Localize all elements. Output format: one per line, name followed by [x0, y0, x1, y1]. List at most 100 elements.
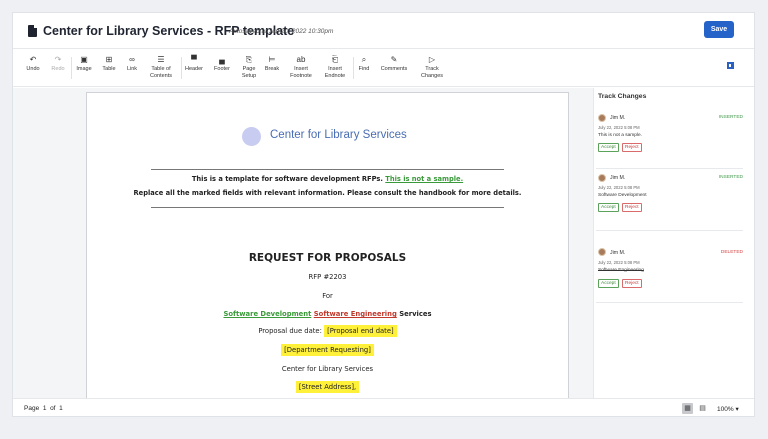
autosave-status: Autosaved at Jan 20, 2022 10:30pm	[229, 28, 334, 35]
break-icon: ⊨	[268, 55, 276, 64]
image-button[interactable]: ▣ Image	[74, 55, 94, 73]
comments-icon: ✎	[390, 55, 398, 64]
intro-text: This is a template for software developm…	[191, 175, 386, 183]
header-label: Header	[184, 66, 204, 72]
street-field[interactable]: [Street Address],	[295, 381, 360, 393]
footer-button[interactable]: ▄ Footer	[211, 55, 233, 73]
accept-button[interactable]: Accept	[598, 279, 619, 288]
org-name: Center for Library Services	[281, 365, 374, 373]
track-changes-icon: ▷	[428, 55, 436, 64]
print-layout-icon[interactable]: ▦	[682, 403, 693, 414]
document-page[interactable]: Center for Library Services This is a te…	[86, 92, 569, 398]
header-button[interactable]: ▀ Header	[183, 55, 205, 73]
status-badge: INSERTED	[718, 115, 743, 120]
page-current: 1	[42, 405, 47, 412]
avatar	[598, 248, 606, 256]
image-label: Image	[76, 66, 92, 72]
web-layout-icon[interactable]: ▤	[697, 403, 708, 414]
footnote-icon: ab	[296, 55, 306, 64]
toolbar-divider	[353, 57, 354, 79]
page-setup-button[interactable]: ⎘ Page Setup	[239, 55, 259, 79]
toolbar-divider	[181, 57, 182, 79]
insert-footnote-label: Insert Footnote	[290, 66, 312, 79]
toolbar-divider	[71, 57, 72, 79]
due-date-field[interactable]: [Proposal end date]	[324, 325, 397, 337]
department-line: [Department Requesting]	[87, 344, 568, 356]
change-card[interactable]: Jim M. INSERTED July 22, 2022 5:08 PM So…	[596, 172, 743, 231]
toolbar: ↶ Undo ↷ Redo ▣ Image ⊞ Table ∞ Link ☰ T…	[13, 49, 754, 87]
logo-text: Center for Library Services	[270, 129, 407, 141]
track-changes-button[interactable]: ▷ Track Changes	[417, 55, 447, 79]
deleted-text[interactable]: Software Engineering	[314, 310, 397, 318]
redo-icon: ↷	[54, 55, 62, 64]
redo-button[interactable]: ↷ Redo	[49, 55, 67, 73]
avatar	[598, 114, 606, 122]
table-of-contents-button[interactable]: ☰ Table of Contents	[148, 55, 174, 79]
table-button[interactable]: ⊞ Table	[99, 55, 119, 73]
comments-button[interactable]: ✎ Comments	[379, 55, 409, 73]
comments-label: Comments	[380, 66, 408, 72]
page-setup-label: Page Setup	[241, 66, 257, 79]
services-suffix: Services	[399, 310, 432, 318]
reject-button[interactable]: Reject	[622, 279, 642, 288]
status-bar: Page 1 of 1 ▦ ▤ 100% ▾	[13, 398, 754, 418]
image-icon: ▣	[80, 55, 88, 64]
change-date: July 22, 2022 5:08 PM	[598, 260, 640, 265]
logo-icon	[242, 127, 261, 146]
change-author: Jim M.	[610, 250, 626, 256]
divider-top	[151, 169, 504, 170]
change-date: July 22, 2022 5:08 PM	[598, 125, 640, 130]
inserted-text[interactable]: Software Development	[223, 310, 311, 318]
due-date-label: Proposal due date:	[258, 327, 325, 335]
insert-endnote-label: Insert Endnote	[324, 66, 346, 79]
insert-footnote-button[interactable]: ab Insert Footnote	[288, 55, 314, 79]
table-icon: ⊞	[105, 55, 113, 64]
panel-title: Track Changes	[598, 93, 647, 100]
header-icon: ▀	[191, 55, 197, 64]
accept-button[interactable]: Accept	[598, 143, 619, 152]
rfp-heading: REQUEST FOR PROPOSALS	[248, 252, 407, 264]
find-button[interactable]: ⌕ Find	[356, 55, 372, 73]
break-button[interactable]: ⊨ Break	[263, 55, 281, 73]
department-field[interactable]: [Department Requesting]	[281, 344, 374, 356]
page-of: of	[50, 405, 56, 412]
sidebar-toggle-icon[interactable]	[727, 62, 734, 69]
change-author: Jim M.	[610, 115, 626, 121]
avatar	[598, 174, 606, 182]
change-author: Jim M.	[610, 175, 626, 181]
inserted-text[interactable]: This is not a sample.	[385, 175, 463, 183]
change-text: This is not a sample.	[598, 133, 642, 138]
track-changes-label: Track Changes	[420, 66, 444, 79]
reject-button[interactable]: Reject	[622, 143, 642, 152]
zoom-select[interactable]: 100% ▾	[717, 405, 739, 413]
footer-icon: ▄	[219, 55, 225, 64]
save-button[interactable]: Save	[704, 21, 734, 38]
undo-label: Undo	[26, 66, 40, 72]
change-card[interactable]: Jim M. DELETED July 22, 2022 5:08 PM Sof…	[596, 236, 743, 303]
page-indicator: Page 1 of 1	[24, 405, 63, 412]
zoom-value: 100%	[717, 406, 734, 413]
link-button[interactable]: ∞ Link	[124, 55, 140, 73]
document-canvas[interactable]: Center for Library Services This is a te…	[13, 88, 593, 398]
title-bar: Center for Library Services - RFP templa…	[13, 13, 754, 49]
document-icon	[28, 25, 37, 37]
reject-button[interactable]: Reject	[622, 203, 642, 212]
status-badge: DELETED	[720, 250, 743, 255]
link-icon: ∞	[129, 55, 135, 64]
redo-label: Redo	[51, 66, 65, 72]
services-line: Software Development Software Engineerin…	[87, 310, 568, 318]
change-date: July 22, 2022 5:08 PM	[598, 185, 640, 190]
change-card[interactable]: Jim M. INSERTED July 22, 2022 5:08 PM Th…	[596, 112, 743, 169]
table-of-contents-icon: ☰	[157, 55, 165, 64]
table-label: Table	[102, 66, 116, 72]
change-text: Software Engineering	[598, 268, 644, 273]
street-line: [Street Address],	[87, 381, 568, 393]
intro-line-2: Replace all the marked fields with relev…	[133, 189, 522, 197]
link-label: Link	[126, 66, 138, 72]
page-setup-icon: ⎘	[245, 55, 253, 64]
chevron-down-icon: ▾	[735, 406, 739, 413]
due-date-line: Proposal due date: [Proposal end date]	[87, 325, 568, 337]
accept-button[interactable]: Accept	[598, 203, 619, 212]
undo-button[interactable]: ↶ Undo	[23, 55, 43, 73]
insert-endnote-button[interactable]: ⎗ Insert Endnote	[322, 55, 348, 79]
